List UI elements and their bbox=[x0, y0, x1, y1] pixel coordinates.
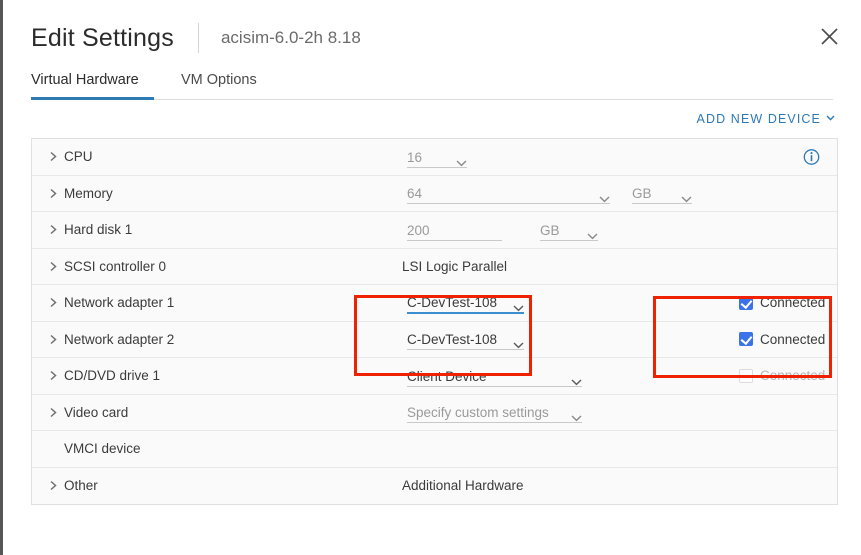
connected-label: Connected bbox=[760, 295, 826, 311]
tab-vm-options[interactable]: VM Options bbox=[181, 72, 257, 96]
table-row: CD/DVD drive 1 Client Device Connected bbox=[32, 358, 837, 395]
page-title: Edit Settings bbox=[31, 23, 174, 52]
chevron-right-icon[interactable] bbox=[46, 479, 60, 493]
close-icon[interactable] bbox=[815, 22, 843, 50]
chevron-right-icon[interactable] bbox=[46, 150, 60, 164]
table-row: Hard disk 1 200 GB bbox=[32, 212, 837, 249]
connected-checkbox: Connected bbox=[739, 368, 825, 383]
info-icon[interactable] bbox=[803, 148, 820, 165]
row-label: Network adapter 1 bbox=[64, 295, 175, 311]
row-value-label: 16 bbox=[407, 149, 423, 165]
row-value-label: 200 bbox=[407, 222, 430, 238]
chevron-down-icon bbox=[599, 196, 610, 203]
chevron-down-icon bbox=[571, 379, 582, 386]
row-unit-dropdown[interactable]: GB bbox=[540, 219, 598, 241]
chevron-right-icon[interactable] bbox=[46, 405, 60, 419]
title-divider bbox=[197, 23, 199, 53]
row-unit-label: GB bbox=[540, 222, 560, 238]
tab-bar: Virtual Hardware VM Options bbox=[31, 72, 833, 100]
row-value-dropdown[interactable]: C-DevTest-108 bbox=[407, 292, 524, 314]
checkbox-unchecked-icon bbox=[739, 368, 753, 383]
add-new-device-label: ADD NEW DEVICE bbox=[696, 112, 821, 126]
row-label: CPU bbox=[64, 149, 93, 165]
checkbox-checked-icon[interactable] bbox=[739, 295, 753, 310]
chevron-down-icon bbox=[587, 233, 598, 240]
row-value-dropdown[interactable]: Specify custom settings bbox=[407, 401, 582, 424]
connected-checkbox[interactable]: Connected bbox=[739, 295, 825, 310]
chevron-down-icon bbox=[826, 114, 835, 124]
chevron-down-icon bbox=[681, 196, 692, 203]
chevron-right-icon[interactable] bbox=[46, 186, 60, 200]
row-value-dropdown[interactable]: 64 bbox=[407, 182, 610, 205]
add-new-device-button[interactable]: ADD NEW DEVICE bbox=[697, 112, 835, 126]
row-label: Other bbox=[64, 478, 98, 494]
table-row: Network adapter 2 C-DevTest-108 Connected bbox=[32, 322, 837, 358]
row-value-dropdown[interactable]: C-DevTest-108 bbox=[407, 328, 524, 351]
row-label: VMCI device bbox=[64, 441, 141, 457]
row-label: Memory bbox=[64, 185, 113, 201]
row-value-label: C-DevTest-108 bbox=[407, 332, 498, 348]
row-unit-label: GB bbox=[632, 186, 652, 202]
dialog-header: Edit Settings acisim-6.0-2h 8.18 bbox=[31, 18, 843, 58]
chevron-right-icon[interactable] bbox=[46, 369, 60, 383]
table-row: CPU 16 bbox=[32, 139, 837, 176]
row-label: Hard disk 1 bbox=[64, 222, 133, 238]
row-value-dropdown[interactable]: 16 bbox=[407, 146, 467, 168]
tab-virtual-hardware[interactable]: Virtual Hardware bbox=[31, 72, 139, 96]
edit-settings-dialog: Edit Settings acisim-6.0-2h 8.18 Virtual… bbox=[0, 0, 861, 555]
table-row: Memory 64 GB bbox=[32, 176, 837, 212]
chevron-right-icon[interactable] bbox=[46, 332, 60, 346]
connected-label: Connected bbox=[760, 368, 826, 384]
chevron-down-icon bbox=[513, 342, 524, 349]
vm-name-subtitle: acisim-6.0-2h 8.18 bbox=[220, 28, 361, 47]
row-value-dropdown[interactable]: Client Device bbox=[407, 365, 582, 387]
row-label: SCSI controller 0 bbox=[64, 258, 167, 274]
chevron-right-icon[interactable] bbox=[46, 296, 60, 310]
virtual-hardware-table: CPU 16 Memory 64 GB Hard disk 1 200 GB SCSI cont… bbox=[31, 138, 838, 505]
row-value-text: LSI Logic Parallel bbox=[402, 258, 508, 274]
table-row: Network adapter 1 C-DevTest-108 Connected bbox=[32, 285, 837, 322]
chevron-right-icon[interactable] bbox=[46, 223, 60, 237]
row-value-input[interactable]: 200 bbox=[407, 219, 502, 241]
chevron-down-icon bbox=[513, 305, 524, 312]
checkbox-checked-icon[interactable] bbox=[739, 332, 753, 347]
chevron-down-icon bbox=[571, 415, 582, 422]
row-value-text: Additional Hardware bbox=[402, 478, 524, 494]
connected-label: Connected bbox=[760, 331, 826, 347]
row-label: CD/DVD drive 1 bbox=[64, 368, 161, 384]
row-value-label: Client Device bbox=[407, 368, 487, 384]
table-row: Video card Specify custom settings bbox=[32, 395, 837, 431]
row-value-label: C-DevTest-108 bbox=[407, 294, 498, 310]
row-unit-dropdown[interactable]: GB bbox=[632, 182, 692, 205]
row-label: Network adapter 2 bbox=[64, 331, 175, 347]
tab-active-indicator bbox=[31, 97, 154, 100]
connected-checkbox[interactable]: Connected bbox=[739, 332, 825, 347]
row-value-label: 64 bbox=[407, 186, 423, 202]
table-row: Other Additional Hardware bbox=[32, 468, 837, 505]
chevron-right-icon[interactable] bbox=[46, 259, 60, 273]
table-row: SCSI controller 0 LSI Logic Parallel bbox=[32, 249, 837, 285]
row-value-label: Specify custom settings bbox=[407, 405, 549, 421]
table-row: VMCI device bbox=[32, 431, 837, 468]
row-label: Video card bbox=[64, 404, 129, 420]
chevron-down-icon bbox=[456, 160, 467, 167]
